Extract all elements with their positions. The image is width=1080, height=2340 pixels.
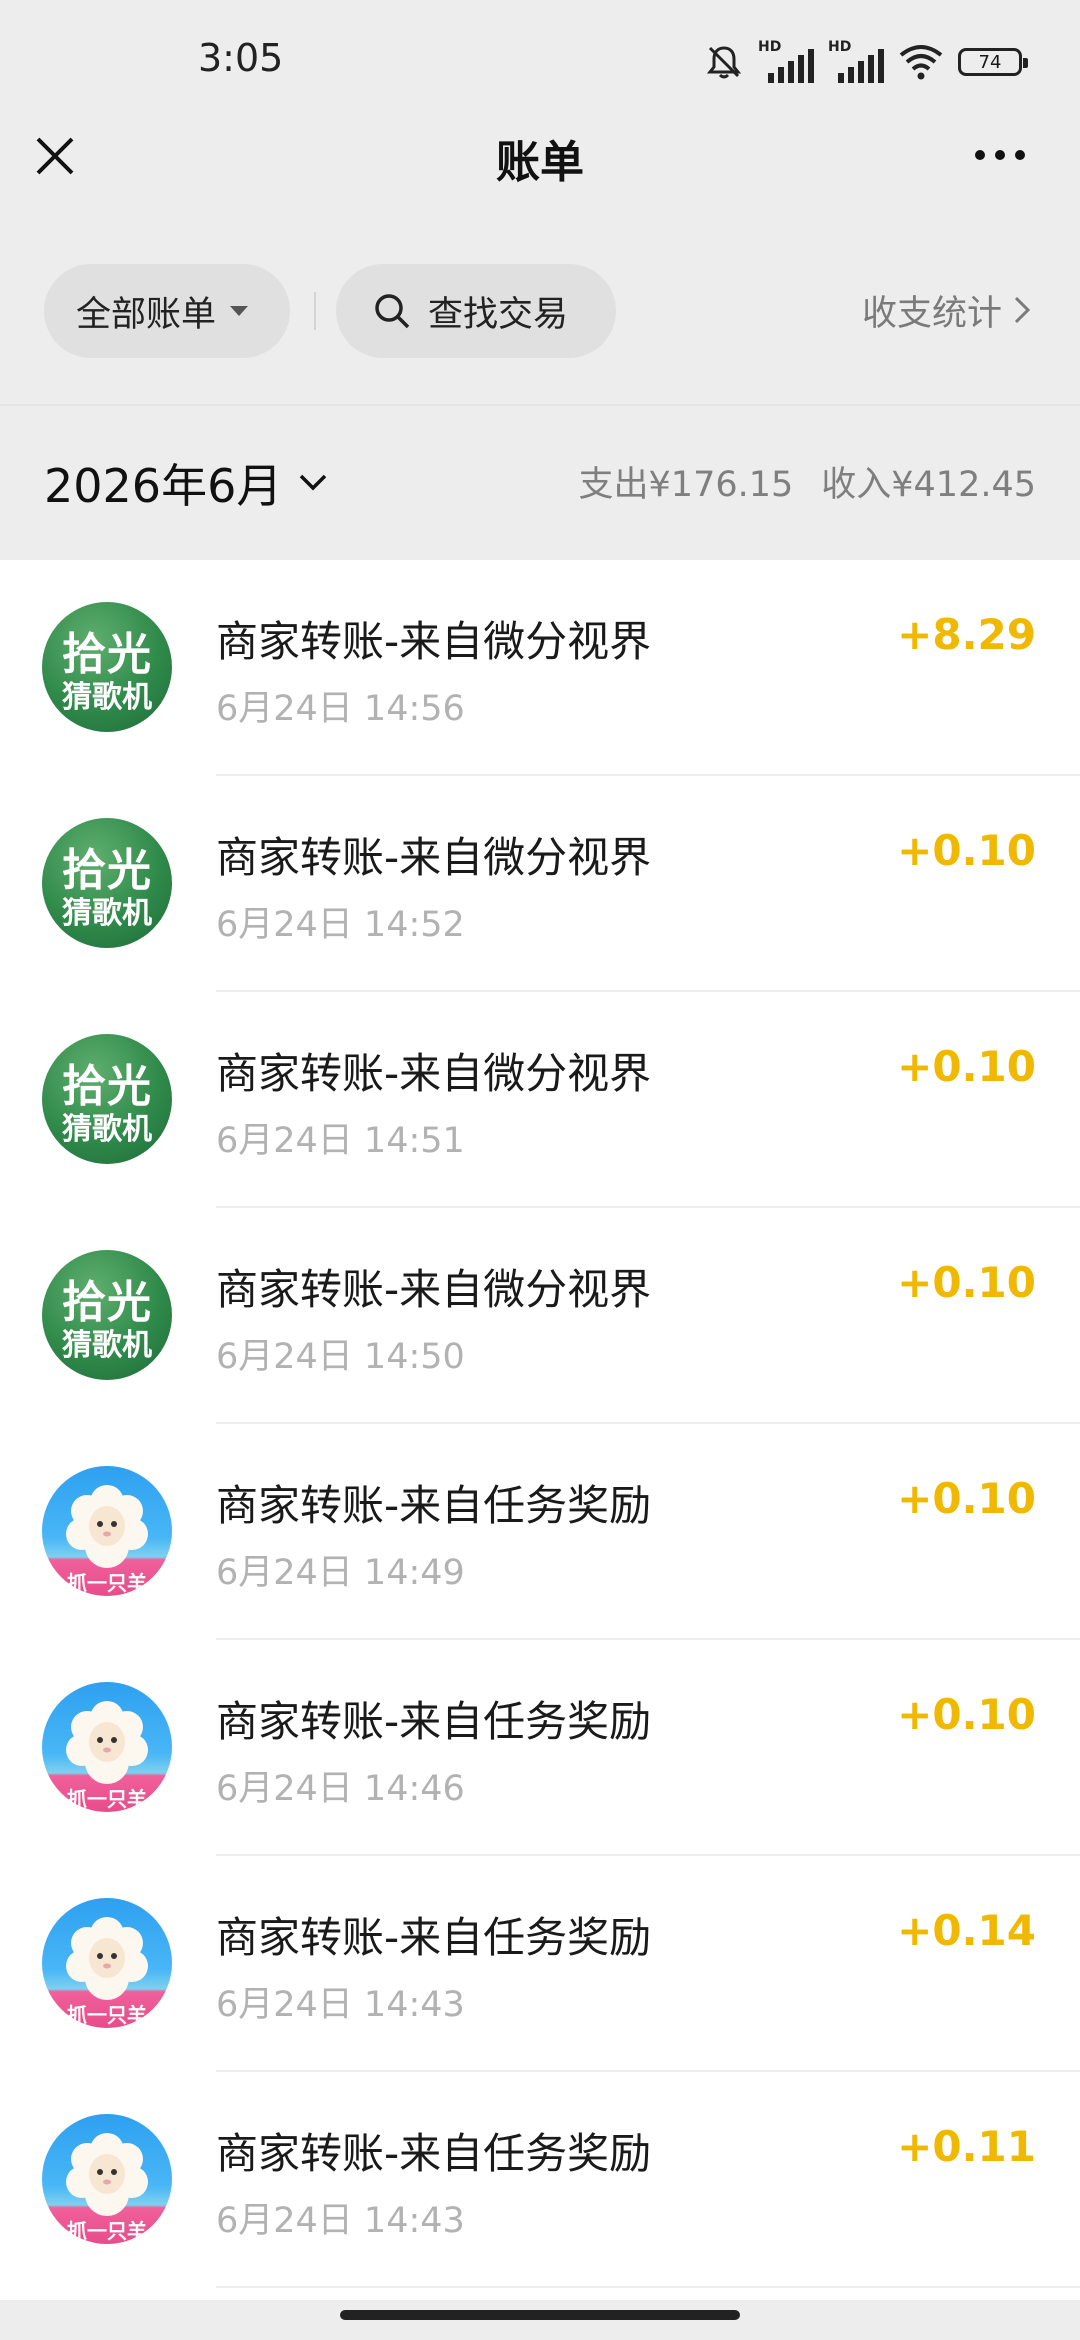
merchant-avatar: 拾光 猜歌机 bbox=[42, 602, 172, 732]
transaction-title: 商家转账-来自任务奖励 bbox=[216, 1697, 652, 1746]
transaction-title: 商家转账-来自任务奖励 bbox=[216, 2129, 652, 2178]
transaction-row[interactable]: 拾光 猜歌机 商家转账-来自微分视界 6月24日 14:56 +8.29 bbox=[0, 560, 1080, 776]
section-divider bbox=[0, 404, 1080, 406]
avatar-text: 抓一只羊 bbox=[67, 1787, 147, 1811]
divider bbox=[314, 292, 316, 330]
transaction-title: 商家转账-来自微分视界 bbox=[216, 833, 652, 882]
transaction-time: 6月24日 14:49 bbox=[216, 1553, 465, 1593]
stats-link[interactable]: 收支统计 bbox=[862, 282, 1032, 338]
transaction-title: 商家转账-来自微分视界 bbox=[216, 1049, 652, 1098]
transaction-title: 商家转账-来自任务奖励 bbox=[216, 1913, 652, 1962]
chevron-right-icon bbox=[1014, 296, 1031, 324]
avatar-text: 猜歌机 bbox=[62, 896, 152, 931]
transaction-row[interactable]: 拾光 猜歌机 商家转账-来自微分视界 6月24日 14:51 +0.10 bbox=[0, 992, 1080, 1208]
transaction-title: 商家转账-来自任务奖励 bbox=[216, 1481, 652, 1530]
avatar-text: 猜歌机 bbox=[62, 1328, 152, 1363]
transaction-amount: +0.14 bbox=[897, 1906, 1036, 1955]
transaction-amount: +0.11 bbox=[897, 2122, 1036, 2171]
caret-down-icon bbox=[230, 306, 249, 316]
income-total: 收入¥412.45 bbox=[821, 465, 1036, 505]
transaction-time: 6月24日 14:50 bbox=[216, 1337, 465, 1377]
transaction-time: 6月24日 14:43 bbox=[216, 1985, 465, 2025]
transaction-time: 6月24日 14:43 bbox=[216, 2201, 465, 2241]
signal-icon: HD bbox=[758, 39, 814, 85]
transaction-row[interactable]: 抓一只羊 商家转账-来自任务奖励 6月24日 14:43 +0.11 bbox=[0, 2072, 1080, 2288]
search-label: 查找交易 bbox=[428, 294, 569, 335]
avatar-text: 抓一只羊 bbox=[67, 2003, 147, 2027]
page-title: 账单 bbox=[496, 137, 584, 188]
transaction-amount: +8.29 bbox=[897, 610, 1036, 659]
month-selector[interactable]: 2026年6月 bbox=[44, 450, 330, 516]
transaction-row[interactable]: 拾光 猜歌机 商家转账-来自微分视界 6月24日 14:52 +0.10 bbox=[0, 776, 1080, 992]
transaction-list: 拾光 猜歌机 商家转账-来自微分视界 6月24日 14:56 +8.29 拾光 … bbox=[0, 560, 1080, 2300]
stats-label: 收支统计 bbox=[861, 293, 1002, 334]
all-bills-filter[interactable]: 全部账单 bbox=[44, 264, 290, 358]
transaction-time: 6月24日 14:56 bbox=[216, 689, 465, 729]
transaction-time: 6月24日 14:52 bbox=[216, 905, 465, 945]
merchant-avatar: 拾光 猜歌机 bbox=[42, 1034, 172, 1164]
search-icon bbox=[375, 294, 410, 329]
status-icons: HD HD 74 bbox=[704, 36, 1028, 88]
more-button[interactable] bbox=[970, 140, 1030, 170]
transaction-amount: +0.10 bbox=[897, 1690, 1036, 1739]
transaction-time: 6月24日 14:51 bbox=[216, 1121, 465, 1161]
transaction-amount: +0.10 bbox=[897, 1042, 1036, 1091]
transaction-row[interactable]: 抓一只羊 商家转账-来自任务奖励 6月24日 14:49 +0.10 bbox=[0, 1424, 1080, 1640]
search-transactions-button[interactable]: 查找交易 bbox=[336, 264, 616, 358]
merchant-avatar: 拾光 猜歌机 bbox=[42, 818, 172, 948]
home-indicator[interactable] bbox=[340, 2310, 740, 2320]
transaction-amount: +0.10 bbox=[897, 1258, 1036, 1307]
expense-total: 支出¥176.15 bbox=[578, 465, 794, 505]
mute-icon bbox=[706, 46, 742, 79]
transaction-row[interactable]: 抓一只羊 商家转账-来自任务奖励 6月24日 14:43 +0.14 bbox=[0, 1856, 1080, 2072]
avatar-text: 抓一只羊 bbox=[67, 2219, 147, 2243]
status-bar: 3:05 HD HD 74 bbox=[0, 0, 1080, 120]
all-bills-label: 全部账单 bbox=[76, 294, 217, 335]
merchant-avatar: 抓一只羊 bbox=[42, 1466, 172, 1596]
transaction-amount: +0.10 bbox=[897, 826, 1036, 875]
avatar-text: 猜歌机 bbox=[62, 680, 152, 715]
wifi-icon bbox=[899, 45, 943, 80]
transaction-amount: +0.10 bbox=[897, 1474, 1036, 1523]
transaction-row[interactable]: 拾光 猜歌机 商家转账-来自微分视界 6月24日 14:50 +0.10 bbox=[0, 1208, 1080, 1424]
transaction-time: 6月24日 14:46 bbox=[216, 1769, 465, 1809]
row-divider bbox=[216, 2286, 1080, 2288]
battery-icon: 74 bbox=[958, 48, 1028, 76]
signal-icon: HD bbox=[828, 39, 884, 85]
transaction-title: 商家转账-来自微分视界 bbox=[216, 1265, 652, 1314]
transaction-row[interactable]: 抓一只羊 商家转账-来自任务奖励 6月24日 14:46 +0.10 bbox=[0, 1640, 1080, 1856]
avatar-text: 抓一只羊 bbox=[67, 1571, 147, 1595]
month-totals: 支出¥176.15 收入¥412.45 bbox=[579, 456, 1036, 507]
more-icon bbox=[975, 150, 1025, 160]
avatar-text: 猜歌机 bbox=[62, 1112, 152, 1147]
month-label: 2026年6月 bbox=[44, 459, 283, 513]
merchant-avatar: 抓一只羊 bbox=[42, 1898, 172, 2028]
status-time: 3:05 bbox=[198, 36, 284, 80]
merchant-avatar: 拾光 猜歌机 bbox=[42, 1250, 172, 1380]
chevron-down-icon bbox=[300, 474, 327, 491]
transaction-title: 商家转账-来自微分视界 bbox=[216, 617, 652, 666]
merchant-avatar: 抓一只羊 bbox=[42, 1682, 172, 1812]
merchant-avatar: 抓一只羊 bbox=[42, 2114, 172, 2244]
